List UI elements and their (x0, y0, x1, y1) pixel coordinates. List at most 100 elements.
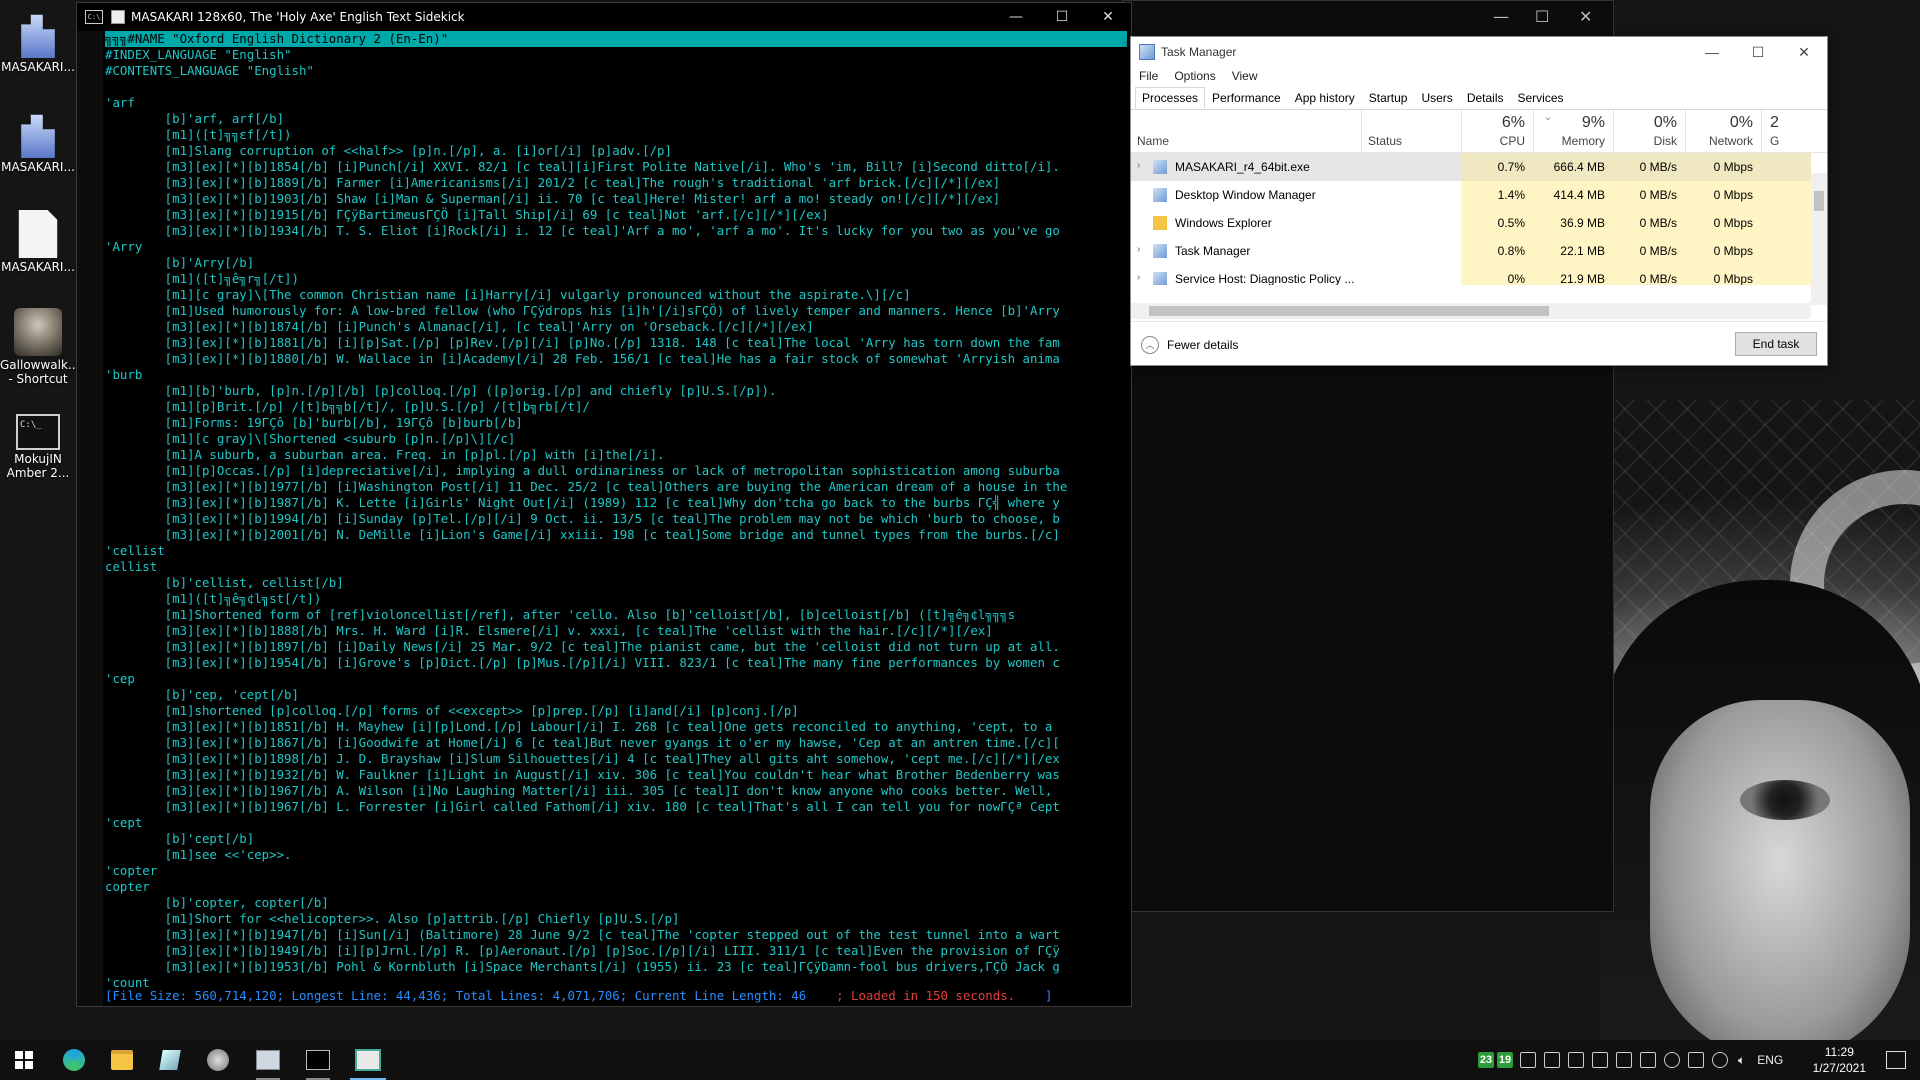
process-list-horizontal-scrollbar[interactable] (1131, 303, 1811, 319)
close-button[interactable]: ✕ (1781, 44, 1827, 61)
chevron-right-icon[interactable]: › (1137, 160, 1140, 171)
chevron-right-icon[interactable]: › (1137, 272, 1140, 283)
end-task-button[interactable]: End task (1735, 332, 1817, 356)
process-row[interactable]: Desktop Window Manager 1.4% 414.4 MB 0 MB/s… (1131, 181, 1811, 209)
tab-details[interactable]: Details (1460, 87, 1511, 109)
process-disk-value: 0 MB/s (1613, 237, 1685, 265)
menu-file[interactable]: File (1131, 67, 1166, 87)
taskbar: 23 19 🔈︎ ENG 11:29 1/27/2021 (0, 1040, 1920, 1080)
status-loaded-time: ; Loaded in 150 seconds. (836, 988, 1016, 1003)
tray-badge-1[interactable]: 23 (1478, 1052, 1494, 1068)
desktop-icon-masakari-1[interactable]: MASAKARI... (0, 10, 76, 74)
process-list-vertical-scrollbar[interactable] (1811, 173, 1827, 305)
disk-label: Disk (1653, 134, 1677, 148)
start-button[interactable] (0, 1040, 48, 1080)
network-icon[interactable] (1688, 1052, 1704, 1068)
console-line: cellist (105, 559, 158, 574)
process-gpu-value (1761, 237, 1811, 265)
keyboard-icon[interactable] (1520, 1052, 1536, 1068)
process-network-value: 0 Mbps (1685, 153, 1761, 181)
tab-processes[interactable]: Processes (1135, 87, 1206, 109)
column-header-gpu[interactable]: 2 G (1761, 110, 1811, 152)
console-system-icon[interactable]: C:\ (85, 10, 103, 24)
column-header-network[interactable]: 0% Network (1685, 110, 1761, 152)
monitor-icon[interactable] (1544, 1052, 1560, 1068)
scroll-thumb[interactable] (1149, 306, 1549, 316)
process-network-value: 0 Mbps (1685, 209, 1761, 237)
column-header-disk[interactable]: 0% Disk (1613, 110, 1685, 152)
masakari-icon (355, 1049, 381, 1071)
console-text-area[interactable]: ╗╗╗#NAME "Oxford English Dictionary 2 (E… (105, 31, 1127, 1001)
column-header-status[interactable]: Status (1361, 110, 1461, 152)
console-line: [b]'arf, arf[/b] (105, 111, 285, 126)
desktop-icon-masakari-2[interactable]: MASAKARI... (0, 110, 76, 174)
taskbar-terminal[interactable] (294, 1040, 342, 1080)
language-indicator[interactable]: ENG (1757, 1053, 1783, 1067)
maximize-button[interactable]: ☐ (1039, 9, 1085, 25)
tab-users[interactable]: Users (1414, 87, 1459, 109)
task-manager-title-bar[interactable]: Task Manager — ☐ ✕ (1131, 37, 1827, 67)
globe-icon[interactable] (1712, 1052, 1728, 1068)
display-icon[interactable] (1568, 1052, 1584, 1068)
dwm-icon (1153, 188, 1167, 202)
taskbar-masakari[interactable] (344, 1040, 392, 1080)
console-line: [m1]Short for <<helicopter>>. Also [p]at… (105, 911, 680, 926)
column-header-cpu[interactable]: 6% CPU (1461, 110, 1533, 152)
console-title-bar[interactable]: C:\ MASAKARI 128x60, The 'Holy Axe' Engl… (77, 3, 1131, 31)
taskbar-clock[interactable]: 11:29 1/27/2021 (1813, 1044, 1866, 1076)
process-row[interactable]: › MASAKARI_r4_64bit.exe 0.7% 666.4 MB 0 MB/s… (1131, 153, 1811, 181)
clipboard-icon[interactable] (1592, 1052, 1608, 1068)
taskbar-computer[interactable] (244, 1040, 292, 1080)
masakari-console-window[interactable]: C:\ MASAKARI 128x60, The 'Holy Axe' Engl… (76, 2, 1132, 1007)
desktop-icon-gallowwalk[interactable]: Gallowwalk... - Shortcut (0, 308, 79, 386)
taskbar-notepad[interactable] (146, 1040, 194, 1080)
desktop-icon-label: MASAKARI... (1, 60, 75, 74)
tab-app-history[interactable]: App history (1288, 87, 1362, 109)
console-line: [m3][ex][*][b]1949[/b] [i][p]Jrnl.[/p] R… (105, 943, 1060, 958)
close-button[interactable]: ✕ (1085, 9, 1131, 25)
phone-icon[interactable] (1640, 1052, 1656, 1068)
console-status-line: [File Size: 560,714,120; Longest Line: 4… (105, 988, 1127, 1004)
menu-options[interactable]: Options (1166, 67, 1223, 87)
notification-center-icon[interactable] (1886, 1051, 1906, 1069)
network-total: 0% (1729, 114, 1753, 131)
clock-time: 11:29 (1824, 1045, 1854, 1059)
task-manager-menu-bar: File Options View (1131, 67, 1827, 87)
column-header-name[interactable]: Name (1131, 110, 1361, 152)
volume-icon[interactable]: 🔈︎ (1738, 1053, 1745, 1068)
process-row[interactable]: › Task Manager 0.8% 22.1 MB 0 MB/s 0 Mbps (1131, 237, 1811, 265)
desktop-icon-mokujin[interactable]: MokujIN Amber 2... (0, 414, 76, 480)
tab-services[interactable]: Services (1511, 87, 1571, 109)
console-line: [m3][ex][*][b]1977[/b] [i]Washington Pos… (105, 479, 1068, 494)
column-header-memory[interactable]: ⌄ 9% Memory (1533, 110, 1613, 152)
close-button[interactable]: ✕ (1579, 7, 1592, 26)
minimize-button[interactable]: — (1689, 44, 1735, 60)
process-disk-value: 0 MB/s (1613, 209, 1685, 237)
bluetooth-icon[interactable] (1664, 1052, 1680, 1068)
taskbar-figure-app[interactable] (194, 1040, 242, 1080)
window-icon[interactable] (1616, 1052, 1632, 1068)
process-row[interactable]: › Service Host: Diagnostic Policy ... 0% 21… (1131, 265, 1811, 285)
tab-performance[interactable]: Performance (1205, 87, 1288, 109)
tray-badge-2[interactable]: 19 (1497, 1052, 1513, 1068)
taskbar-edge[interactable] (50, 1040, 98, 1080)
maximize-button[interactable]: ☐ (1535, 7, 1549, 26)
tab-startup[interactable]: Startup (1362, 87, 1415, 109)
minimize-button[interactable]: — (993, 9, 1039, 25)
desktop-icon-masakari-3[interactable]: MASAKARI... (0, 210, 76, 274)
console-line: [b]'cellist, cellist[/b] (105, 575, 344, 590)
chevron-right-icon[interactable]: › (1137, 244, 1140, 255)
menu-view[interactable]: View (1224, 67, 1266, 87)
scroll-thumb[interactable] (1814, 191, 1824, 211)
console-line: [m3][ex][*][b]1967[/b] A. Wilson [i]No L… (105, 783, 1053, 798)
task-manager-window[interactable]: Task Manager — ☐ ✕ File Options View Pro… (1130, 36, 1828, 366)
minimize-button[interactable]: — (1493, 7, 1509, 26)
gpu-total: 2 (1770, 114, 1779, 131)
process-row[interactable]: Windows Explorer 0.5% 36.9 MB 0 MB/s 0 Mbps (1131, 209, 1811, 237)
maximize-button[interactable]: ☐ (1735, 44, 1781, 61)
console-line: 'cep (105, 671, 135, 686)
fewer-details-button[interactable]: ︿ Fewer details (1141, 336, 1238, 354)
file-icon (18, 210, 58, 258)
masakari-icon (1153, 160, 1167, 174)
taskbar-file-explorer[interactable] (98, 1040, 146, 1080)
